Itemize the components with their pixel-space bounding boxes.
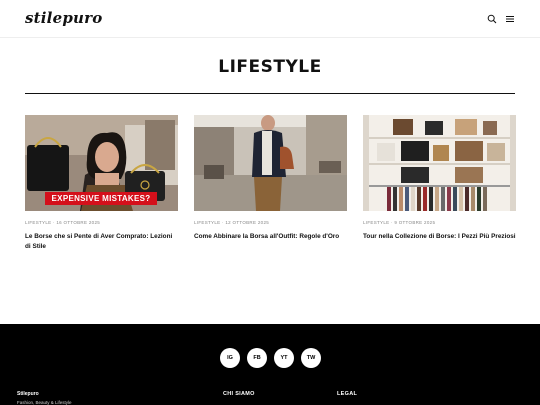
article-thumbnail[interactable]: EXPENSIVE MISTAKES? (25, 115, 178, 211)
article-title[interactable]: Le Borse che si Pente di Aver Comprato: … (25, 232, 178, 251)
article-thumbnail[interactable] (194, 115, 347, 211)
title-divider (25, 93, 515, 94)
article-title[interactable]: Tour nella Collezione di Borse: I Pezzi … (363, 232, 516, 242)
article-card[interactable]: EXPENSIVE MISTAKES? LIFESTYLE · 16 OTTOB… (25, 115, 178, 251)
page-title: LIFESTYLE (218, 57, 322, 77)
facebook-icon[interactable]: FB (247, 348, 267, 368)
site-header: stilepuro (0, 0, 540, 38)
footer-heading-legal[interactable]: LEGAL (337, 391, 357, 397)
search-icon[interactable] (485, 12, 499, 26)
instagram-icon[interactable]: IG (220, 348, 240, 368)
thumbnail-overlay-text: EXPENSIVE MISTAKES? (51, 194, 151, 203)
article-card[interactable]: LIFESTYLE · 12 OTTOBRE 2025 Come Abbinar… (194, 115, 347, 242)
article-meta: LIFESTYLE · 16 OTTOBRE 2025 (25, 220, 101, 225)
footer-heading-about[interactable]: CHI SIAMO (223, 391, 255, 397)
youtube-icon[interactable]: YT (274, 348, 294, 368)
footer-brand: Stilepuro (17, 391, 39, 397)
site-footer: IG FB YT TW Stilepuro Fashion, Beauty & … (0, 324, 540, 405)
menu-icon[interactable] (503, 12, 517, 26)
twitter-icon[interactable]: TW (301, 348, 321, 368)
article-meta: LIFESTYLE · 12 OTTOBRE 2025 (194, 220, 270, 225)
article-meta: LIFESTYLE · 9 OTTOBRE 2025 (363, 220, 436, 225)
article-title[interactable]: Come Abbinare la Borsa all'Outfit: Regol… (194, 232, 347, 242)
article-thumbnail[interactable] (363, 115, 516, 211)
site-logo[interactable]: stilepuro (25, 9, 102, 27)
footer-tagline: Fashion, Beauty & Lifestyle (17, 400, 72, 405)
article-card[interactable]: LIFESTYLE · 9 OTTOBRE 2025 Tour nella Co… (363, 115, 516, 242)
